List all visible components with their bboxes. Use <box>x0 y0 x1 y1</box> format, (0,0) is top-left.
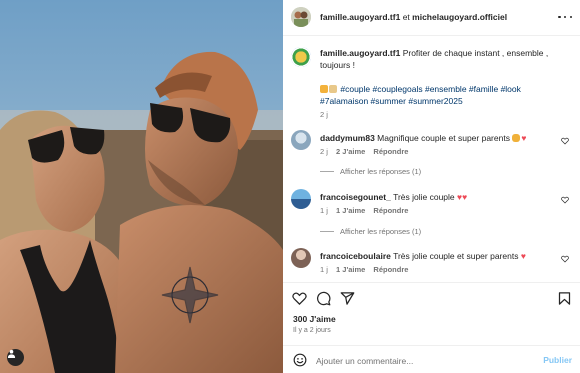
likes-count[interactable]: 300 J'aime <box>293 314 336 324</box>
post-header: famille.augoyard.tf1 et michelaugoyard.o… <box>283 0 580 36</box>
avatar-image <box>291 7 311 27</box>
reply-button[interactable]: Répondre <box>373 206 408 215</box>
commenter-avatar[interactable] <box>291 189 311 209</box>
view-replies-button[interactable]: Afficher les réponses (1) <box>320 167 421 176</box>
commenter-avatar[interactable] <box>291 130 311 150</box>
red-heart-emoji-icon: ♥♥ <box>457 192 468 202</box>
comment-likes-count[interactable]: 1 J'aime <box>336 206 365 215</box>
comment-body: daddymum83 Magnifique couple et super pa… <box>320 133 555 144</box>
comment-body: francoiceboulaire Très jolie couple et s… <box>320 251 555 262</box>
comment-age: 2 j <box>320 147 328 156</box>
comment-meta: 2 j 2 J'aime Répondre <box>320 147 408 156</box>
view-replies-label: Afficher les réponses (1) <box>340 227 422 236</box>
like-comment-heart-icon[interactable] <box>561 255 569 263</box>
post-photo[interactable] <box>0 0 283 373</box>
comment-text: Très jolie couple et super parents <box>393 251 519 261</box>
comment-input[interactable] <box>316 354 531 367</box>
post-timestamp[interactable]: Il y a 2 jours <box>293 327 331 334</box>
comment-meta: 1 j 1 J'aime Répondre <box>320 265 408 274</box>
red-heart-emoji-icon: ♥ <box>521 133 527 143</box>
caption-hashtags[interactable]: #couple #couplegoals #ensemble #famille … <box>320 84 521 106</box>
collaborator-username[interactable]: michelaugoyard.officiel <box>412 12 507 22</box>
dot-icon <box>558 15 561 19</box>
beach-emoji-icon <box>329 85 337 93</box>
author-username[interactable]: famille.augoyard.tf1 <box>320 12 400 22</box>
caption-author-avatar[interactable] <box>291 47 311 67</box>
comment-username[interactable]: daddymum83 <box>320 133 375 143</box>
comment-likes-count[interactable]: 1 J'aime <box>336 265 365 274</box>
emoji-picker-icon[interactable] <box>293 353 307 367</box>
comment-text: Très jolie couple <box>393 192 455 202</box>
dot-icon <box>563 15 567 19</box>
comment-age: 1 j <box>320 206 328 215</box>
user-icon <box>7 349 16 358</box>
add-comment-bar: Publier <box>283 345 580 373</box>
share-send-icon[interactable] <box>340 291 355 306</box>
header-usernames: famille.augoyard.tf1 et michelaugoyard.o… <box>320 12 507 22</box>
comment-likes-count[interactable]: 2 J'aime <box>336 147 365 156</box>
save-bookmark-icon[interactable] <box>557 291 572 306</box>
like-comment-heart-icon[interactable] <box>561 137 569 145</box>
dot-icon <box>569 15 572 19</box>
more-options-button[interactable] <box>558 11 572 23</box>
post-side-panel: famille.augoyard.tf1 et michelaugoyard.o… <box>283 0 580 373</box>
tagged-users-button[interactable] <box>7 349 24 366</box>
reply-button[interactable]: Répondre <box>373 265 408 274</box>
replies-divider-line <box>320 171 334 172</box>
comment-body: francoisegounet_ Très jolie couple ♥♥ <box>320 192 555 203</box>
comment-meta: 1 j 1 J'aime Répondre <box>320 206 408 215</box>
comment-bubble-icon[interactable] <box>316 291 331 306</box>
caption-age: 2 j <box>320 110 328 119</box>
view-replies-button[interactable]: Afficher les réponses (1) <box>320 227 421 236</box>
comment-username[interactable]: francoiceboulaire <box>320 251 391 261</box>
caption-body: famille.augoyard.tf1 Profiter de chaque … <box>320 47 565 121</box>
post-action-bar <box>283 282 580 312</box>
clapping-emoji-icon <box>512 134 521 142</box>
author-avatar[interactable] <box>291 7 311 27</box>
collab-separator: et <box>402 12 410 22</box>
couple-selfie-image <box>0 0 283 373</box>
caption-username[interactable]: famille.augoyard.tf1 <box>320 48 400 58</box>
commenter-avatar[interactable] <box>291 248 311 268</box>
sun-emoji-icon <box>320 85 328 93</box>
comment-text: Magnifique couple et super parents <box>377 133 510 143</box>
view-replies-label: Afficher les réponses (1) <box>340 167 422 176</box>
reply-button[interactable]: Répondre <box>373 147 408 156</box>
like-comment-heart-icon[interactable] <box>561 196 569 204</box>
comment-age: 1 j <box>320 265 328 274</box>
like-heart-icon[interactable] <box>292 291 307 306</box>
red-heart-emoji-icon: ♥ <box>520 251 526 261</box>
replies-divider-line <box>320 231 334 232</box>
comment-username[interactable]: francoisegounet_ <box>320 192 391 202</box>
publish-comment-button[interactable]: Publier <box>543 355 572 365</box>
